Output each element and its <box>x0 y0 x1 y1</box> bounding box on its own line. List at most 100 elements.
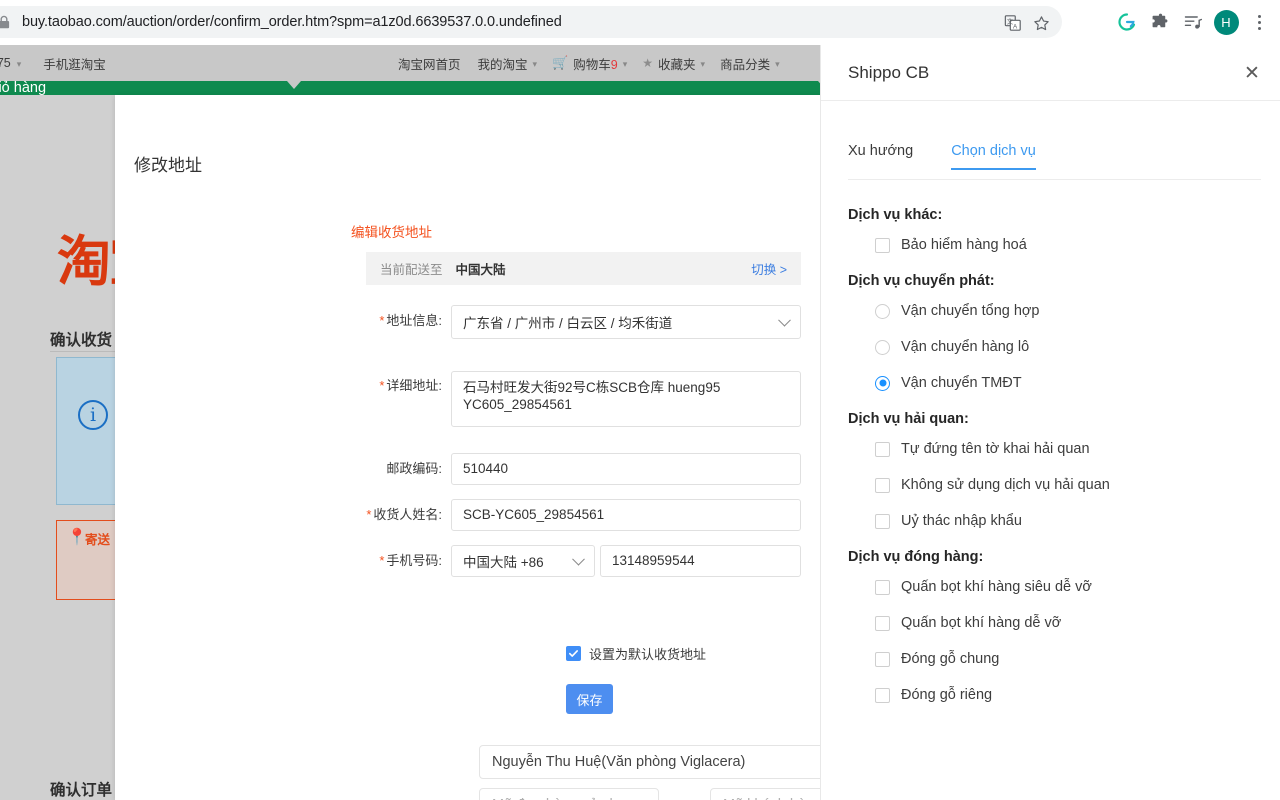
browser-toolbar: buy.taobao.com/auction/order/confirm_ord… <box>0 0 1280 45</box>
switch-region-link[interactable]: 切换 > <box>751 259 787 278</box>
extension-toolbar: H <box>1112 5 1274 39</box>
tab-chon-dich-vu[interactable]: Chọn dịch vụ <box>951 143 1036 170</box>
service-option[interactable]: Không sử dụng dịch vụ hải quan <box>848 467 1268 503</box>
screen: buy.taobao.com/auction/order/confirm_ord… <box>0 0 1280 800</box>
close-icon[interactable]: ✕ <box>1239 60 1265 86</box>
checkbox-unchecked-icon[interactable] <box>875 687 890 703</box>
notch-marker <box>287 81 301 89</box>
service-group-heading: Dịch vụ đóng hàng: <box>848 549 984 565</box>
edit-address-modal: 修改地址 编辑收货地址 当前配送至 中国大陆 切换 > * 地址信息: 广东省 /… <box>115 95 906 800</box>
phone-label-text: 手机号码: <box>386 553 442 568</box>
puzzle-extensions-icon[interactable] <box>1145 7 1175 37</box>
tab-xu-huong[interactable]: Xu hướng <box>848 143 913 170</box>
required-marker: * <box>366 507 372 522</box>
service-option[interactable]: Đóng gỗ chung <box>848 641 1268 677</box>
service-option-label: Đóng gỗ riêng <box>901 687 993 703</box>
service-option[interactable]: Bảo hiểm hàng hoá <box>848 227 1268 263</box>
avatar-initial: H <box>1213 9 1239 35</box>
mobile-taobao-link[interactable]: 手机逛淘宝 <box>43 54 106 73</box>
service-option[interactable]: Vận chuyển TMĐT <box>848 365 1268 401</box>
service-option-label: Quấn bọt khí hàng dễ vỡ <box>901 615 1062 631</box>
checkbox-unchecked-icon[interactable] <box>875 237 890 253</box>
panel-title: Shippo CB <box>848 62 930 82</box>
service-option[interactable]: Quấn bọt khí hàng dễ vỡ <box>848 605 1268 641</box>
service-option-label: Vận chuyển tổng hợp <box>901 303 1040 319</box>
field-row-receiver-name: * 收货人姓名: SCB-YC605_29854561 <box>361 499 801 531</box>
service-option[interactable]: Vận chuyển tổng hợp <box>848 293 1268 329</box>
service-option[interactable]: Quấn bọt khí hàng siêu dễ vỡ <box>848 569 1268 605</box>
receiver-name-input[interactable]: SCB-YC605_29854561 <box>451 499 801 531</box>
nav-cart[interactable]: 购物车9 <box>573 54 617 73</box>
service-option[interactable]: Vận chuyển hàng lô <box>848 329 1268 365</box>
service-option-label: Vận chuyển TMĐT <box>901 375 1022 391</box>
grammarly-extension-icon[interactable] <box>1112 7 1142 37</box>
checkbox-unchecked-icon[interactable] <box>875 651 890 667</box>
field-row-phone: * 手机号码: 中国大陆 +86 13148959544 <box>361 545 801 577</box>
receiver-name-label: * 收货人姓名: <box>361 499 451 531</box>
required-marker: * <box>379 553 385 568</box>
green-bar-text: hi trong giỏ hàng <box>0 80 47 96</box>
radio-checked-icon[interactable] <box>875 375 890 391</box>
chevron-down-icon: ▾ <box>775 58 780 69</box>
panel-header: Shippo CB ✕ <box>821 45 1280 101</box>
confirm-order-heading: 确认订单 <box>50 782 113 799</box>
avatar[interactable]: H <box>1211 7 1241 37</box>
service-group: Dịch vụ hải quan: Tự đứng tên tờ khai hải… <box>848 411 1268 539</box>
detail-address-label-text: 详细地址: <box>386 378 442 393</box>
region-label: * 地址信息: <box>361 305 451 337</box>
checkbox-unchecked-icon[interactable] <box>875 579 890 595</box>
url-text: buy.taobao.com/auction/order/confirm_ord… <box>22 14 562 30</box>
radio-unchecked-icon[interactable] <box>875 303 890 319</box>
detail-address-input[interactable]: 石马村旺发大街92号C栋SCB仓库 hueng95 YC605_29854561 <box>451 371 801 427</box>
location-pin-icon: 📍 <box>67 529 87 546</box>
receiver-name-label-text: 收货人姓名: <box>373 507 442 522</box>
shippo-panel: Shippo CB ✕ Xu hướng Chọn dịch vụ Dịch v… <box>820 45 1280 800</box>
checkbox-unchecked-icon[interactable] <box>875 477 890 493</box>
send-label: 寄送 <box>85 533 111 547</box>
reading-list-icon[interactable] <box>1178 7 1208 37</box>
deliver-to-value: 中国大陆 <box>455 263 506 277</box>
service-group-heading: Dịch vụ chuyển phát: <box>848 273 995 289</box>
checkbox-unchecked-icon[interactable] <box>875 513 890 529</box>
service-option[interactable]: Đóng gỗ riêng <box>848 677 1268 713</box>
star-icon: ★ <box>642 56 654 70</box>
translate-icon[interactable]: 文A <box>1000 10 1026 36</box>
service-group: Dịch vụ khác: Bảo hiểm hàng hoá <box>848 207 1268 263</box>
phone-number-input[interactable]: 13148959544 <box>600 545 801 577</box>
service-option-label: Vận chuyển hàng lô <box>901 339 1030 355</box>
nav-my-taobao[interactable]: 我的淘宝 <box>478 54 528 73</box>
modal-title: 修改地址 <box>134 156 202 176</box>
kebab-menu-icon[interactable] <box>1244 7 1274 37</box>
postal-code-label: 邮政编码: <box>386 461 442 476</box>
section-heading: 编辑收货地址 <box>351 225 432 241</box>
account-id[interactable]: 24975 <box>0 56 11 70</box>
order-code-input[interactable] <box>479 788 659 800</box>
radio-unchecked-icon[interactable] <box>875 339 890 355</box>
checkbox-unchecked-icon[interactable] <box>875 615 890 631</box>
field-row-region: * 地址信息: 广东省 / 广州市 / 白云区 / 均禾街道 <box>361 305 801 339</box>
cart-badge: 9 <box>610 57 618 72</box>
phone-country-value: 中国大陆 +86 <box>463 555 544 570</box>
default-address-checkbox-row[interactable]: 设置为默认收货地址 <box>566 644 706 663</box>
phone-country-select[interactable]: 中国大陆 +86 <box>451 545 595 577</box>
field-row-postal-code: 邮政编码: 510440 <box>361 453 801 485</box>
star-icon[interactable] <box>1028 10 1054 36</box>
required-marker: * <box>379 378 385 393</box>
service-option[interactable]: Tự đứng tên tờ khai hải quan <box>848 431 1268 467</box>
nav-favorites[interactable]: 收藏夹 <box>658 54 696 73</box>
region-value: 广东省 / 广州市 / 白云区 / 均禾街道 <box>463 316 673 331</box>
postal-code-input[interactable]: 510440 <box>451 453 801 485</box>
omnibox-actions: 文A <box>1000 10 1054 36</box>
region-select[interactable]: 广东省 / 广州市 / 白云区 / 均禾街道 <box>451 305 801 339</box>
save-button[interactable]: 保存 <box>566 684 613 714</box>
address-bar[interactable]: buy.taobao.com/auction/order/confirm_ord… <box>0 6 1062 38</box>
default-address-checkbox[interactable] <box>566 646 581 661</box>
checkbox-unchecked-icon[interactable] <box>875 441 890 457</box>
service-option[interactable]: Uỷ thác nhập khẩu <box>848 503 1268 539</box>
nav-home[interactable]: 淘宝网首页 <box>398 54 461 73</box>
phone-label: * 手机号码: <box>361 545 451 577</box>
page-viewport: 24975 ▾ 手机逛淘宝 淘宝网首页 我的淘宝 ▾ 🛒 购物车9 ▾ ★ 收藏… <box>0 45 1280 800</box>
confirm-address-heading: 确认收货 <box>50 332 113 349</box>
nav-categories[interactable]: 商品分类 <box>720 54 770 73</box>
required-marker: * <box>379 313 385 328</box>
